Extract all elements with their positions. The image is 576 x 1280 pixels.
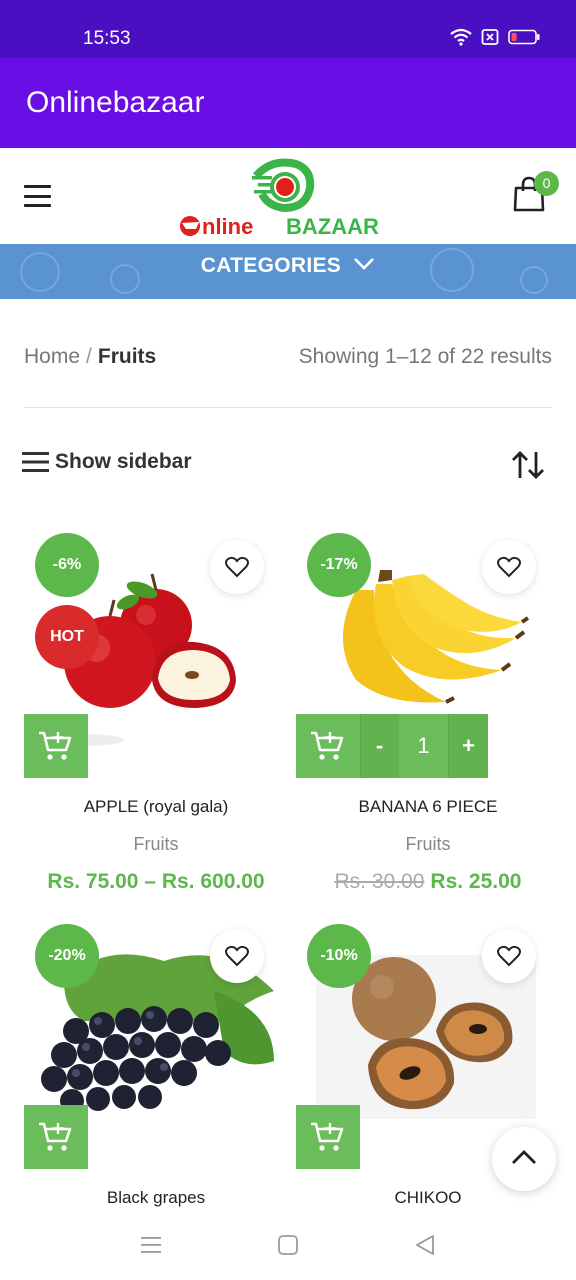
product-card-black-grapes[interactable]: -20% Black grapes [24,921,288,1211]
logo-text-suffix: BAZAAR [286,214,379,239]
quantity-decrease-button[interactable]: - [360,714,398,778]
battery-low-icon [508,29,540,45]
heart-icon [225,556,249,578]
sort-icon[interactable] [510,450,546,480]
breadcrumb: Home / Fruits [24,345,156,369]
quantity-value[interactable]: 1 [398,714,448,778]
heart-icon [497,556,521,578]
cart-icon [39,731,72,760]
sale-price: Rs. 25.00 [430,870,522,893]
show-sidebar-button[interactable]: Show sidebar [22,450,192,474]
chevron-down-icon [354,258,375,270]
results-count: Showing 1–12 of 22 results [298,345,552,368]
cart-count-badge: 0 [534,171,559,196]
no-sim-icon [481,29,499,45]
add-to-cart-button[interactable] [24,714,88,778]
cart-icon [311,1122,344,1151]
quantity-increase-button[interactable]: + [448,714,488,778]
product-name[interactable]: BANANA 6 PIECE [296,797,560,817]
divider [24,407,552,408]
categories-label: CATEGORIES [200,254,342,277]
app-title: Onlinebazaar [26,86,205,119]
status-time: 15:53 [83,28,131,49]
product-category[interactable]: Fruits [24,834,288,855]
breadcrumb-current: Fruits [97,345,157,368]
logo-text-prefix: nline [202,214,253,239]
wishlist-button[interactable] [210,540,264,594]
product-name[interactable]: CHIKOO [296,1188,560,1208]
product-name[interactable]: Black grapes [24,1188,288,1208]
categories-bar[interactable]: CATEGORIES [0,244,576,299]
menu-icon[interactable] [24,185,51,207]
cart-icon [311,731,344,760]
status-bar: 15:53 [0,0,576,58]
wishlist-button[interactable] [210,929,264,983]
recent-apps-icon[interactable] [140,1235,162,1255]
system-navigation-bar [0,1218,576,1280]
add-to-cart-button[interactable] [296,1105,360,1169]
original-price: Rs. 30.00 [334,870,425,893]
store-header: nline BAZAAR [0,148,576,244]
breadcrumb-home[interactable]: Home [24,345,80,368]
app-bar: Onlinebazaar [0,58,576,148]
home-icon[interactable] [277,1234,299,1256]
product-category[interactable]: Fruits [296,834,560,855]
wishlist-button[interactable] [482,540,536,594]
discount-badge: -6% [35,533,99,597]
product-card-apple[interactable]: -6% HOT APPLE (royal gala) Fruits Rs. 75… [24,530,288,900]
product-name[interactable]: APPLE (royal gala) [24,797,288,817]
product-price: Rs. 75.00 – Rs. 600.00 [47,870,265,893]
status-icons [450,28,540,46]
back-icon[interactable] [414,1234,436,1256]
product-card-banana[interactable]: -17% - 1 + BANANA 6 PIECE Fruits Rs. 30.… [296,530,560,900]
discount-badge: -10% [307,924,371,988]
wishlist-button[interactable] [482,929,536,983]
categories-toggle[interactable]: CATEGORIES [0,254,576,278]
quantity-stepper: - 1 + [360,714,488,778]
show-sidebar-label: Show sidebar [55,450,192,473]
sidebar-menu-icon [22,452,49,472]
cart-icon [39,1122,72,1151]
discount-badge: -17% [307,533,371,597]
back-to-top-button[interactable] [492,1127,556,1191]
add-to-cart-button[interactable] [24,1105,88,1169]
store-logo[interactable]: nline BAZAAR [172,154,412,240]
wifi-icon [450,28,472,46]
hot-badge: HOT [35,605,99,669]
heart-icon [225,945,249,967]
heart-icon [497,945,521,967]
breadcrumb-separator: / [86,345,92,368]
discount-badge: -20% [35,924,99,988]
chevron-up-icon [512,1150,536,1164]
add-to-cart-button[interactable] [296,714,360,778]
product-price: Rs. 30.00 Rs. 25.00 [296,870,560,894]
